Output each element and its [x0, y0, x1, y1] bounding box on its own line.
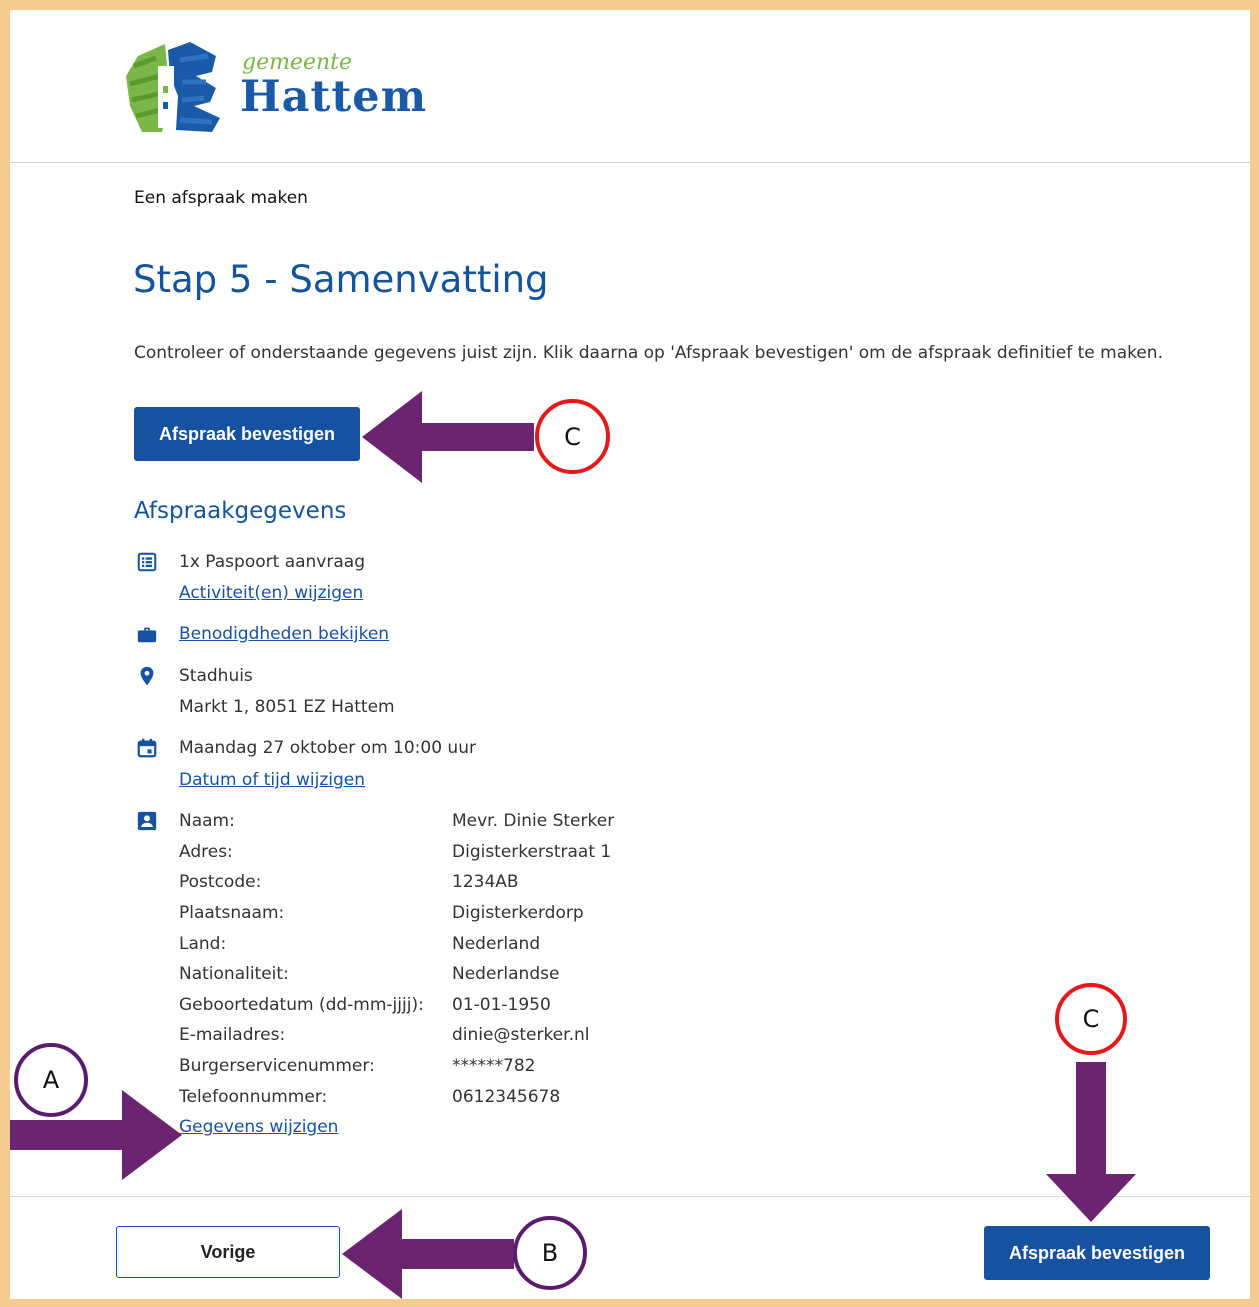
location-pin-icon: [140, 666, 154, 686]
detail-value-telefoonnummer: 0612345678: [452, 1087, 561, 1107]
detail-label-naam: Naam:: [179, 811, 235, 831]
view-requirements-link[interactable]: Benodigdheden bekijken: [179, 624, 389, 644]
arrow-left-to-confirm-top: [362, 391, 534, 483]
annotation-marker-b: B: [513, 1216, 587, 1290]
page-frame: gemeente Hattem Een afspraak maken Stap …: [10, 10, 1250, 1299]
detail-value-emailadres: dinie@sterker.nl: [452, 1025, 590, 1045]
detail-value-geboortedatum: 01-01-1950: [452, 995, 551, 1015]
detail-label-geboortedatum: Geboortedatum (dd-mm-jjjj):: [179, 995, 424, 1015]
detail-label-land: Land:: [179, 934, 227, 954]
page-title: Stap 5 - Samenvatting: [133, 258, 549, 301]
contact-card-icon: [137, 811, 157, 831]
detail-value-land: Nederland: [452, 934, 541, 954]
detail-label-adres: Adres:: [179, 842, 233, 862]
detail-value-naam: Mevr. Dinie Sterker: [452, 811, 615, 831]
activity-text: 1x Paspoort aanvraag: [179, 552, 365, 572]
detail-label-plaatsnaam: Plaatsnaam:: [179, 903, 285, 923]
detail-label-emailadres: E-mailadres:: [179, 1025, 286, 1045]
detail-value-nationaliteit: Nederlandse: [452, 964, 560, 984]
detail-value-postcode: 1234AB: [452, 872, 519, 892]
change-datetime-link[interactable]: Datum of tijd wijzigen: [179, 770, 365, 790]
appointment-datetime: Maandag 27 oktober om 10:00 uur: [179, 738, 476, 758]
detail-label-bsn: Burgerservicenummer:: [179, 1056, 375, 1076]
arrow-down-to-confirm-bottom: [1046, 1062, 1136, 1222]
briefcase-icon: [137, 627, 157, 643]
logo-emblem-icon: [126, 42, 220, 132]
change-activity-link[interactable]: Activiteit(en) wijzigen: [179, 583, 363, 603]
arrow-left-to-previous: [342, 1209, 514, 1299]
detail-value-bsn: ******782: [452, 1056, 536, 1076]
logo-text-hattem: Hattem: [240, 72, 428, 122]
previous-button[interactable]: Vorige: [116, 1226, 340, 1278]
annotation-marker-c-top: C: [535, 399, 610, 474]
section-title: Afspraakgegevens: [134, 498, 347, 524]
list-icon: [137, 552, 157, 572]
detail-value-adres: Digisterkerstraat 1: [452, 842, 612, 862]
confirm-appointment-button-bottom[interactable]: Afspraak bevestigen: [984, 1226, 1210, 1280]
intro-text: Controleer of onderstaande gegevens juis…: [134, 343, 1163, 363]
detail-label-nationaliteit: Nationaliteit:: [179, 964, 289, 984]
gemeente-hattem-logo[interactable]: gemeente Hattem: [120, 30, 460, 142]
confirm-appointment-button-top[interactable]: Afspraak bevestigen: [134, 407, 360, 461]
detail-value-plaatsnaam: Digisterkerdorp: [452, 903, 584, 923]
calendar-icon: [137, 738, 157, 758]
breadcrumb: Een afspraak maken: [134, 188, 308, 208]
detail-label-telefoonnummer: Telefoonnummer:: [179, 1087, 328, 1107]
detail-label-postcode: Postcode:: [179, 872, 262, 892]
annotation-marker-a: A: [14, 1043, 88, 1117]
site-header: gemeente Hattem: [10, 10, 1250, 163]
annotation-marker-c-bottom: C: [1055, 983, 1127, 1055]
location-address: Markt 1, 8051 EZ Hattem: [179, 697, 395, 717]
location-name: Stadhuis: [179, 666, 253, 686]
change-details-link[interactable]: Gegevens wijzigen: [179, 1117, 338, 1137]
